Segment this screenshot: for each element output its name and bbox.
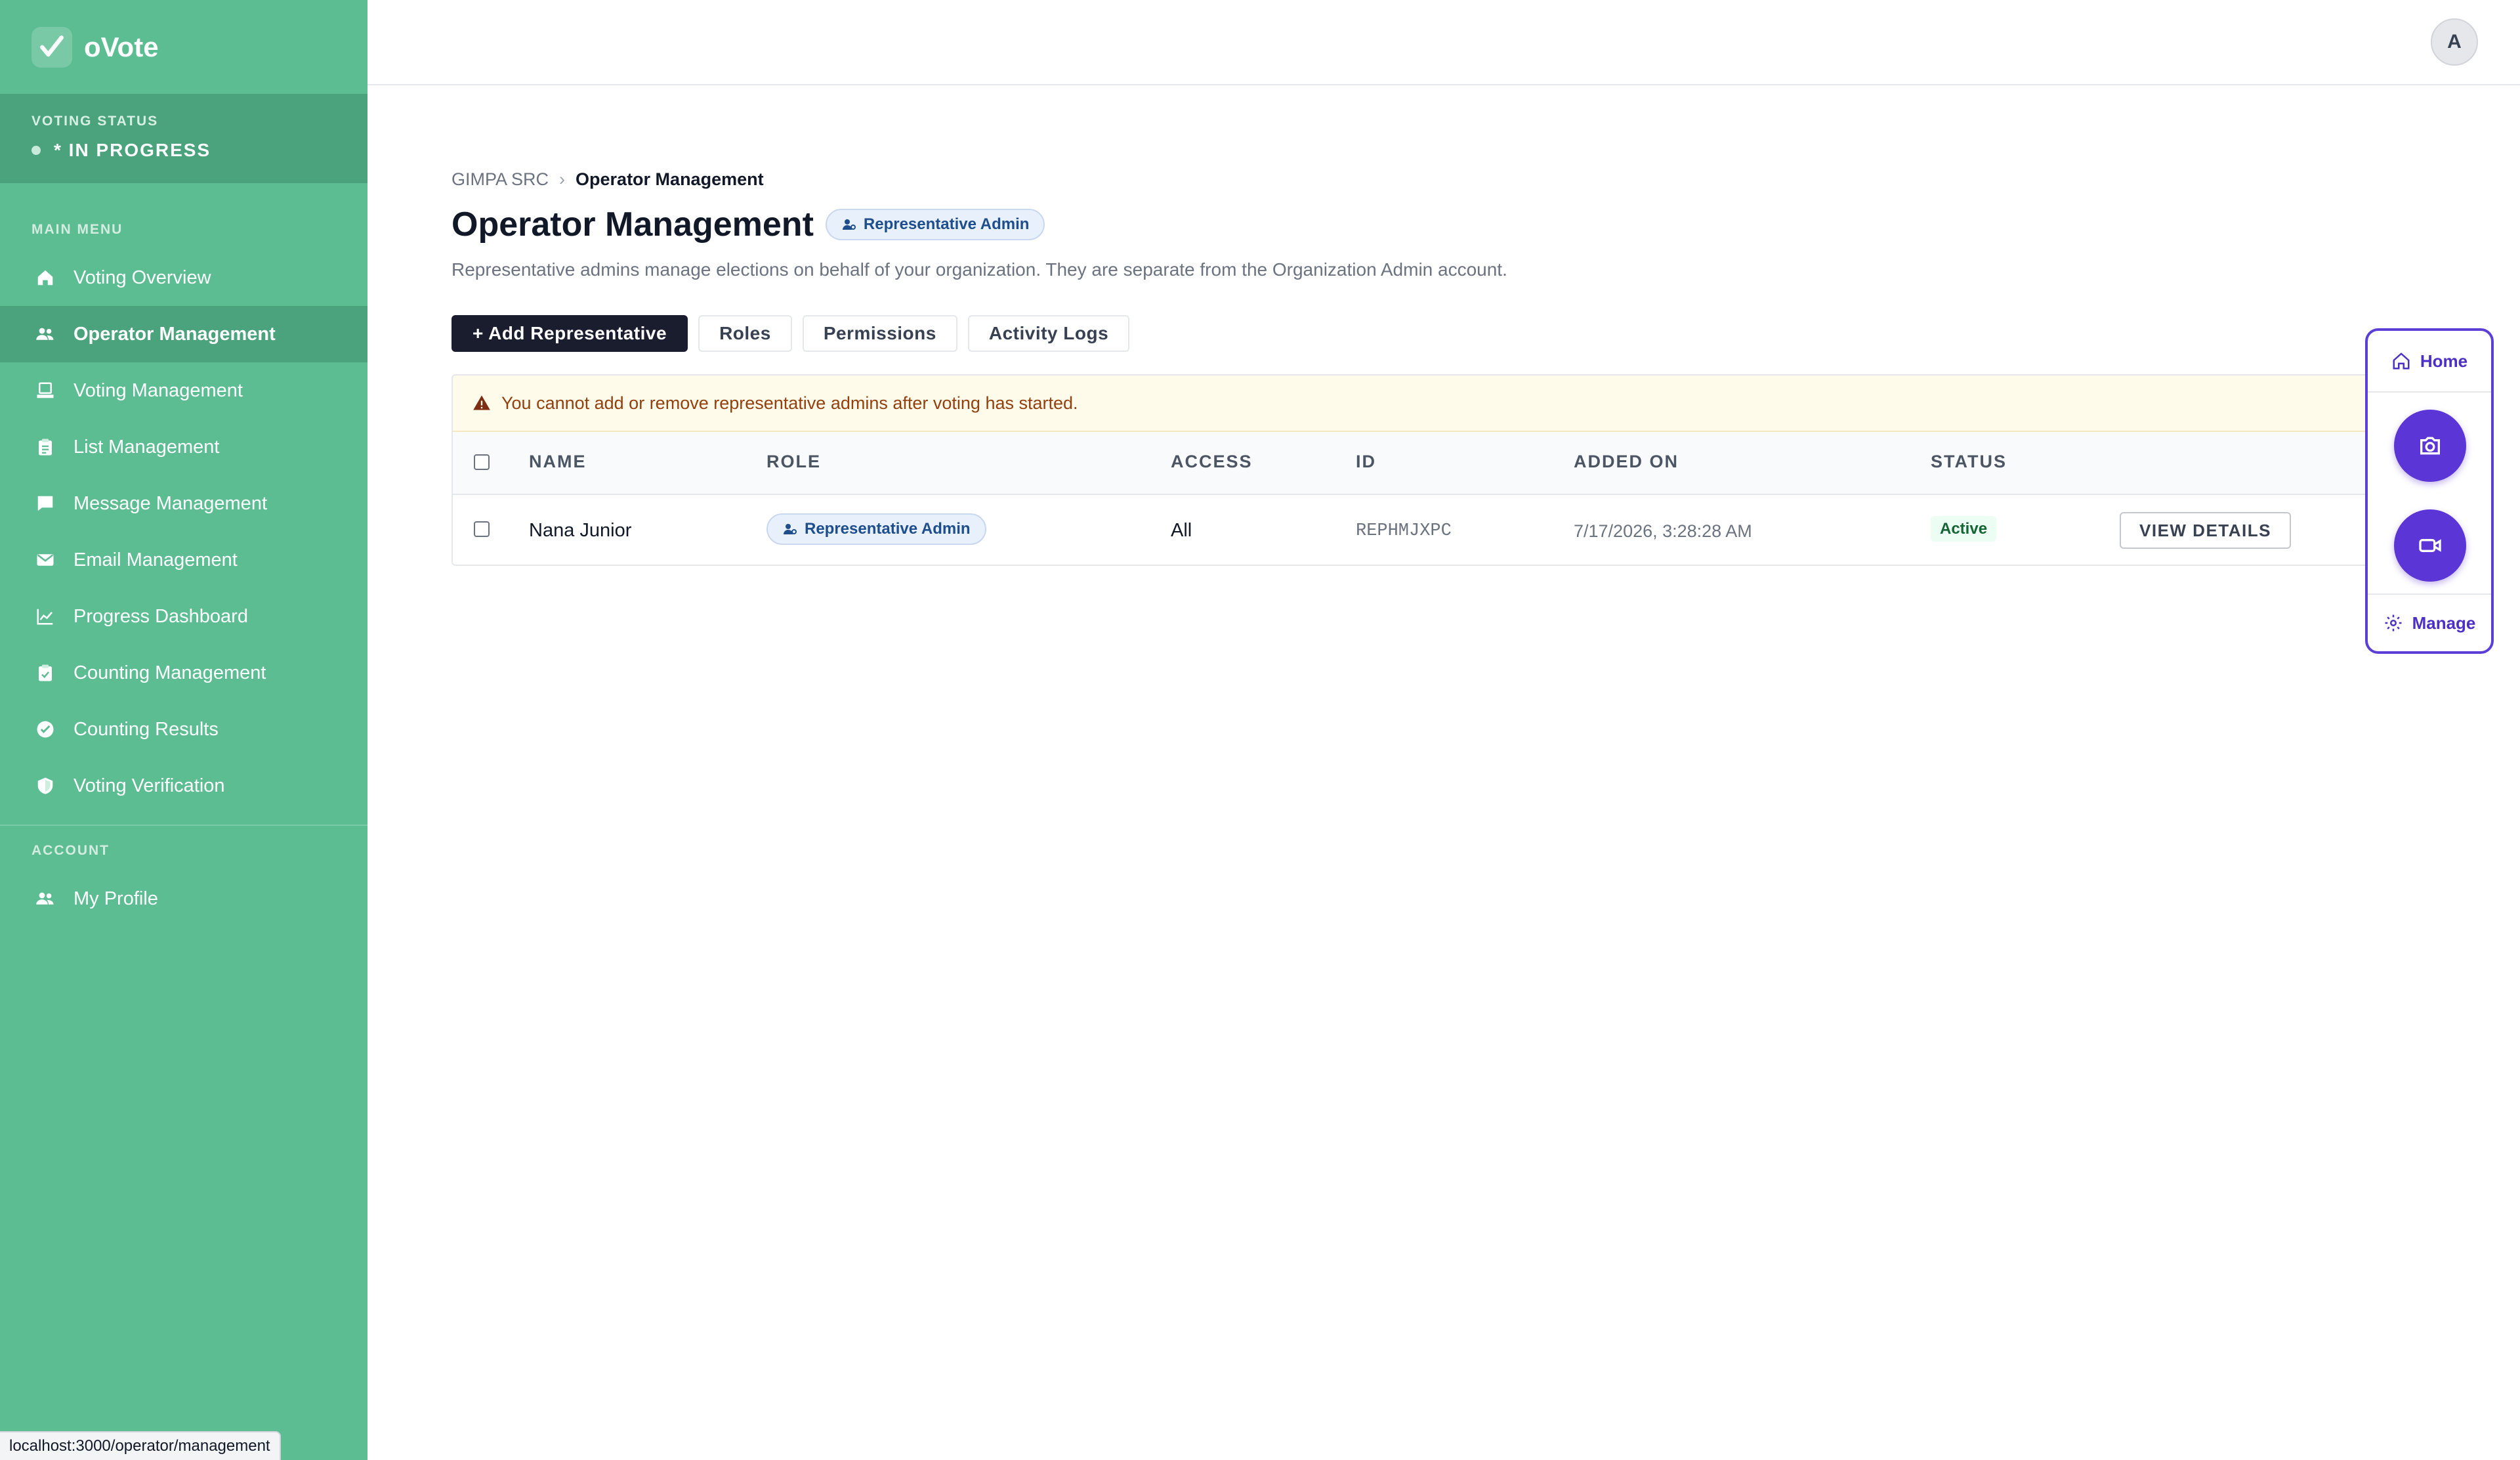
mail-icon: [34, 549, 56, 571]
sidebar-item-voting-management[interactable]: Voting Management: [0, 362, 368, 419]
sidebar-item-operator-management[interactable]: Operator Management: [0, 306, 368, 362]
sidebar-item-list-management[interactable]: List Management: [0, 419, 368, 475]
breadcrumb-current: Operator Management: [576, 169, 764, 189]
cell-name: Nana Junior: [529, 520, 632, 541]
camera-icon: [2420, 437, 2440, 455]
sidebar-item-voting-verification[interactable]: Voting Verification: [0, 758, 368, 814]
sidebar-item-label: Counting Management: [74, 662, 266, 683]
check-circle-icon: [34, 718, 56, 741]
warning-text: You cannot add or remove representative …: [501, 393, 1078, 413]
sidebar-item-label: Email Management: [74, 549, 238, 570]
users-icon: [34, 888, 56, 910]
sidebar-divider: [0, 825, 368, 826]
cell-added-on: 7/17/2026, 3:28:28 AM: [1574, 521, 1752, 541]
roles-button[interactable]: Roles: [698, 315, 792, 352]
sidebar-item-counting-management[interactable]: Counting Management: [0, 645, 368, 701]
activity-logs-button[interactable]: Activity Logs: [967, 315, 1130, 352]
column-header-id[interactable]: ID: [1356, 452, 1376, 472]
home-icon: [34, 267, 56, 289]
users-icon: [34, 323, 56, 345]
role-pill: Representative Admin: [766, 513, 986, 545]
camera-button[interactable]: [2394, 410, 2466, 482]
sidebar-item-progress-dashboard[interactable]: Progress Dashboard: [0, 588, 368, 645]
app-name: oVote: [84, 32, 159, 62]
avatar[interactable]: A: [2431, 18, 2478, 66]
brand[interactable]: oVote: [32, 26, 159, 68]
sidebar-item-counting-results[interactable]: Counting Results: [0, 701, 368, 758]
role-badge-label: Representative Admin: [863, 215, 1030, 233]
home-outline-icon: [2393, 353, 2410, 370]
floating-home-label: Home: [2420, 351, 2468, 371]
sidebar-item-label: Message Management: [74, 492, 267, 514]
ballot-icon: [34, 379, 56, 402]
row-checkbox[interactable]: [474, 521, 490, 537]
voting-status-label: VOTING STATUS: [32, 114, 159, 129]
sidebar-item-email-management[interactable]: Email Management: [0, 532, 368, 588]
table-row[interactable]: Nana Junior Representative Admin All REP…: [453, 495, 2465, 565]
role-pill-label: Representative Admin: [805, 520, 971, 538]
sidebar-item-voting-overview[interactable]: Voting Overview: [0, 249, 368, 306]
voting-status-panel: VOTING STATUS * IN PROGRESS: [0, 94, 368, 183]
status-badge: Active: [1931, 516, 1997, 542]
add-representative-button[interactable]: + Add Representative: [452, 315, 688, 352]
sidebar-item-label: Progress Dashboard: [74, 605, 248, 627]
floating-quick-panel: Home Manage: [2365, 328, 2494, 654]
floating-manage-button[interactable]: Manage: [2368, 593, 2491, 651]
voting-status-value: * IN PROGRESS: [32, 140, 211, 161]
floating-home-button[interactable]: Home: [2368, 331, 2491, 393]
voting-status-text: * IN PROGRESS: [54, 140, 211, 160]
video-camera-icon: [2419, 539, 2441, 552]
main-menu-label: MAIN MENU: [32, 222, 123, 237]
select-all-checkbox[interactable]: [474, 454, 490, 470]
representatives-table: You cannot add or remove representative …: [452, 374, 2466, 566]
sidebar-item-label: Voting Management: [74, 379, 243, 401]
action-bar: + Add Representative Roles Permissions A…: [452, 315, 1140, 352]
sidebar-item-label: Counting Results: [74, 718, 219, 740]
cell-access: All: [1171, 520, 1192, 541]
warning-alert: You cannot add or remove representative …: [453, 376, 2465, 432]
column-header-access[interactable]: ACCESS: [1171, 452, 1253, 472]
role-badge: Representative Admin: [825, 209, 1045, 240]
clipboard-check-icon: [34, 662, 56, 684]
breadcrumb-root[interactable]: GIMPA SRC: [452, 169, 549, 190]
breadcrumb: GIMPA SRC › Operator Management: [452, 169, 764, 190]
topbar: A: [368, 0, 2520, 85]
column-header-role[interactable]: ROLE: [766, 452, 821, 472]
sidebar-item-message-management[interactable]: Message Management: [0, 475, 368, 532]
status-dot-icon: [32, 146, 41, 155]
shield-icon: [34, 775, 56, 797]
sidebar-item-label: Voting Verification: [74, 775, 225, 796]
page-header: Operator Management Representative Admin: [452, 205, 1045, 244]
permissions-button[interactable]: Permissions: [802, 315, 957, 352]
sidebar-item-label: Voting Overview: [74, 267, 211, 288]
clipboard-icon: [34, 436, 56, 458]
cell-id: REPHMJXPC: [1356, 521, 1452, 541]
cell-status: Active: [1931, 516, 1997, 542]
checkmark-logo-icon: [32, 27, 72, 68]
page-subtitle: Representative admins manage elections o…: [452, 259, 1507, 280]
account-label: ACCOUNT: [32, 843, 110, 858]
view-details-button[interactable]: VIEW DETAILS: [2120, 512, 2291, 549]
chevron-right-icon: ›: [559, 169, 566, 189]
user-cog-icon: [842, 219, 856, 230]
status-bar-url: localhost:3000/operator/management: [0, 1431, 281, 1460]
warning-icon: [473, 395, 490, 410]
sidebar-item-label: My Profile: [74, 888, 158, 909]
floating-manage-label: Manage: [2412, 612, 2476, 633]
video-button[interactable]: [2394, 509, 2466, 582]
column-header-added-on[interactable]: ADDED ON: [1574, 452, 1679, 472]
column-header-status[interactable]: STATUS: [1931, 452, 2007, 472]
sidebar-item-my-profile[interactable]: My Profile: [0, 870, 368, 927]
sidebar-item-label: List Management: [74, 436, 220, 458]
sidebar-item-label: Operator Management: [74, 323, 276, 345]
sidebar: oVote VOTING STATUS * IN PROGRESS MAIN M…: [0, 0, 368, 1460]
gear-icon: [2385, 614, 2402, 632]
chart-icon: [34, 605, 56, 628]
cell-role: Representative Admin: [766, 513, 986, 545]
page-title: Operator Management: [452, 205, 814, 244]
user-cog-icon: [784, 524, 797, 534]
chat-icon: [34, 492, 56, 515]
table-header: NAME ROLE ACCESS ID ADDED ON STATUS: [453, 432, 2465, 495]
column-header-name[interactable]: NAME: [529, 452, 587, 472]
